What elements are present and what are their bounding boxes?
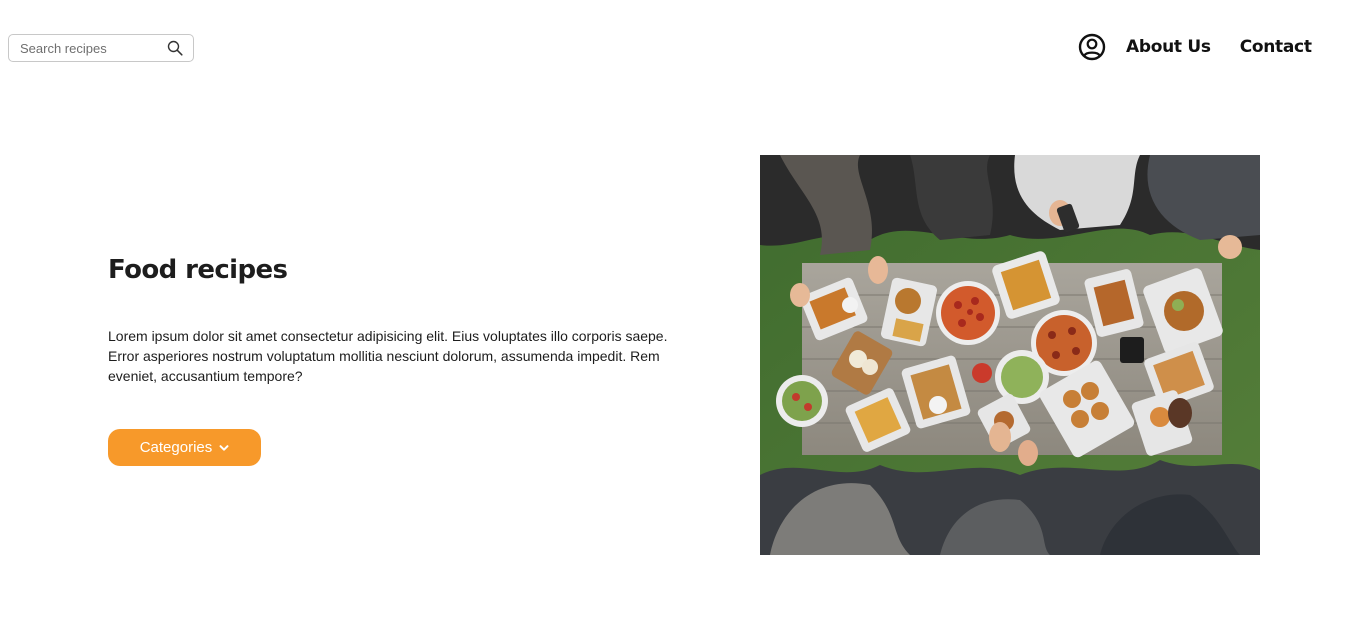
hero-description: Lorem ipsum dolor sit amet consectetur a… bbox=[108, 328, 668, 384]
nav-link-about-us[interactable]: About Us bbox=[1126, 37, 1211, 57]
categories-button-label: Categories bbox=[139, 439, 213, 456]
nav-link-contact[interactable]: Contact bbox=[1240, 37, 1312, 57]
food-table-illustration bbox=[760, 155, 1260, 555]
hero-title: Food recipes bbox=[108, 255, 288, 285]
user-circle-icon[interactable] bbox=[1078, 33, 1106, 61]
search-input[interactable] bbox=[9, 35, 159, 61]
site-header: About Us Contact bbox=[0, 0, 1351, 95]
hero-food-photo bbox=[760, 155, 1260, 555]
search-icon[interactable] bbox=[167, 40, 183, 56]
chevron-down-icon bbox=[219, 444, 229, 451]
main-nav: About Us Contact bbox=[1078, 30, 1312, 64]
categories-button[interactable]: Categories bbox=[108, 429, 261, 466]
search-bar bbox=[8, 34, 194, 62]
